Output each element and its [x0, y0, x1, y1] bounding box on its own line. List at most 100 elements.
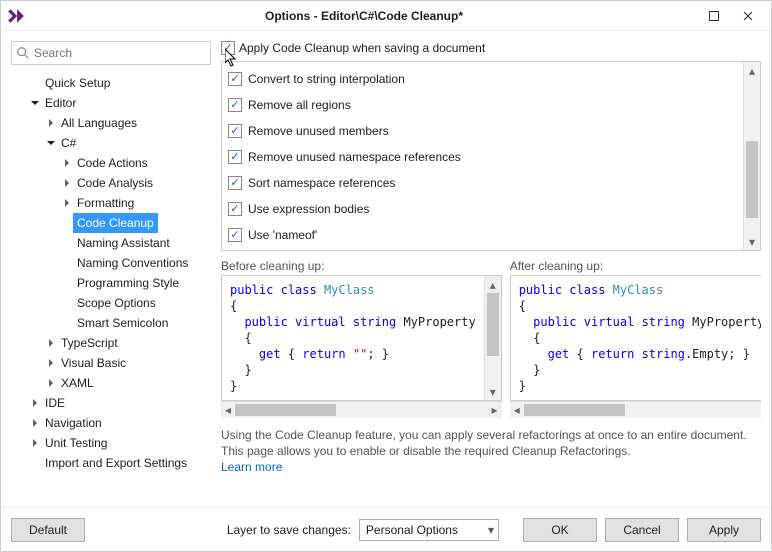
options-tree[interactable]: Quick SetupEditorAll LanguagesC#Code Act…	[11, 65, 211, 507]
tree-visual-basic[interactable]: Visual Basic	[11, 353, 211, 373]
body: Quick SetupEditorAll LanguagesC#Code Act…	[1, 31, 771, 507]
search-box[interactable]	[11, 41, 211, 65]
tree-label: Visual Basic	[57, 353, 130, 373]
expand-arrow-icon[interactable]	[45, 119, 57, 127]
option-label: Convert to string interpolation	[248, 72, 405, 86]
tree-label: Naming Assistant	[73, 233, 174, 253]
option-checkbox[interactable]	[228, 202, 242, 216]
expand-arrow-icon[interactable]	[61, 159, 73, 167]
scroll-down-button[interactable]: ▾	[744, 233, 760, 250]
cleanup-option[interactable]: Remove unused members	[228, 118, 737, 144]
option-label: Remove unused members	[248, 124, 389, 138]
option-checkbox[interactable]	[228, 98, 242, 112]
tree-code-cleanup[interactable]: Code Cleanup	[11, 213, 211, 233]
cleanup-option[interactable]: Use expression bodies	[228, 196, 737, 222]
expand-arrow-icon[interactable]	[45, 359, 57, 367]
expand-arrow-icon[interactable]	[29, 419, 41, 427]
expand-arrow-icon[interactable]	[45, 379, 57, 387]
maximize-button[interactable]	[697, 5, 731, 27]
apply-button[interactable]: Apply	[687, 518, 761, 542]
tree-label: XAML	[57, 373, 98, 393]
tree-xaml[interactable]: XAML	[11, 373, 211, 393]
expand-arrow-icon[interactable]	[61, 179, 73, 187]
after-pane: After cleaning up: public class MyClass …	[510, 259, 761, 419]
search-input[interactable]	[30, 45, 206, 61]
cancel-button[interactable]: Cancel	[605, 518, 679, 542]
scroll-thumb[interactable]	[746, 141, 758, 218]
tree-label: Smart Semicolon	[73, 313, 172, 333]
after-header: After cleaning up:	[510, 259, 761, 273]
tree-label: TypeScript	[57, 333, 122, 353]
after-code: public class MyClass { public virtual st…	[511, 276, 761, 400]
cleanup-options-list: Convert to string interpolation Remove al…	[221, 61, 761, 251]
expand-arrow-icon[interactable]	[45, 139, 57, 147]
cleanup-option[interactable]: Remove unused namespace references	[228, 144, 737, 170]
option-checkbox[interactable]	[228, 72, 242, 86]
tree-naming-assistant[interactable]: Naming Assistant	[11, 233, 211, 253]
tree-import-export[interactable]: Import and Export Settings	[11, 453, 211, 473]
before-pane: Before cleaning up: public class MyClass…	[221, 259, 502, 419]
expand-arrow-icon[interactable]	[61, 199, 73, 207]
tree-csharp[interactable]: C#	[11, 133, 211, 153]
tree-all-languages[interactable]: All Languages	[11, 113, 211, 133]
after-hscroll[interactable]: ◂▸	[510, 401, 761, 418]
tree-scope-options[interactable]: Scope Options	[11, 293, 211, 313]
sidebar: Quick SetupEditorAll LanguagesC#Code Act…	[11, 41, 211, 507]
expand-arrow-icon[interactable]	[45, 339, 57, 347]
before-vscroll[interactable]: ▴ ▾	[484, 276, 501, 400]
tree-unit-testing[interactable]: Unit Testing	[11, 433, 211, 453]
apply-on-save-row[interactable]: Apply Code Cleanup when saving a documen…	[221, 41, 761, 61]
before-header: Before cleaning up:	[221, 259, 502, 273]
tree-label: Quick Setup	[41, 73, 114, 93]
tree-quick-setup[interactable]: Quick Setup	[11, 73, 211, 93]
tree-navigation[interactable]: Navigation	[11, 413, 211, 433]
cleanup-option[interactable]: Sort namespace references	[228, 170, 737, 196]
desc-line2: This page allows you to enable or disabl…	[221, 444, 631, 458]
code-preview-panes: Before cleaning up: public class MyClass…	[221, 259, 761, 419]
tree-label: Scope Options	[73, 293, 160, 313]
tree-label: Formatting	[73, 193, 138, 213]
tree-label: Naming Conventions	[73, 253, 192, 273]
cleanup-option[interactable]: Use 'nameof'	[228, 222, 737, 248]
expand-arrow-icon[interactable]	[29, 439, 41, 447]
tree-label: Code Actions	[73, 153, 152, 173]
cleanup-option[interactable]: Convert to string interpolation	[228, 66, 737, 92]
before-code: public class MyClass { public virtual st…	[222, 276, 484, 400]
layer-combo[interactable]: Personal Options ▾	[359, 519, 499, 541]
option-checkbox[interactable]	[228, 150, 242, 164]
expand-arrow-icon[interactable]	[29, 99, 41, 107]
option-checkbox[interactable]	[228, 176, 242, 190]
learn-more-link[interactable]: Learn more	[221, 460, 282, 474]
tree-formatting[interactable]: Formatting	[11, 193, 211, 213]
option-checkbox[interactable]	[228, 124, 242, 138]
tree-smart-semicolon[interactable]: Smart Semicolon	[11, 313, 211, 333]
before-hscroll[interactable]: ◂▸	[221, 401, 502, 418]
scroll-track[interactable]	[744, 79, 760, 233]
ok-button[interactable]: OK	[523, 518, 597, 542]
expand-arrow-icon[interactable]	[29, 399, 41, 407]
option-label: Use 'nameof'	[248, 228, 317, 242]
tree-label: All Languages	[57, 113, 141, 133]
cleanup-option[interactable]: Remove all regions	[228, 92, 737, 118]
window-title: Options - Editor\C#\Code Cleanup*	[31, 9, 697, 23]
default-button[interactable]: Default	[11, 518, 85, 542]
apply-on-save-checkbox[interactable]	[221, 41, 235, 55]
tree-label: Code Cleanup	[73, 213, 158, 233]
chevron-down-icon: ▾	[488, 523, 494, 537]
tree-editor[interactable]: Editor	[11, 93, 211, 113]
cleanup-options-scroll[interactable]: Convert to string interpolation Remove al…	[222, 62, 743, 250]
tree-naming-conventions[interactable]: Naming Conventions	[11, 253, 211, 273]
app-logo-icon	[7, 7, 25, 25]
option-checkbox[interactable]	[228, 228, 242, 242]
tree-programming-style[interactable]: Programming Style	[11, 273, 211, 293]
scroll-up-button[interactable]: ▴	[744, 62, 760, 79]
tree-code-analysis[interactable]: Code Analysis	[11, 173, 211, 193]
tree-code-actions[interactable]: Code Actions	[11, 153, 211, 173]
tree-label: Editor	[41, 93, 80, 113]
tree-typescript[interactable]: TypeScript	[11, 333, 211, 353]
vertical-scrollbar[interactable]: ▴ ▾	[743, 62, 760, 250]
close-button[interactable]	[731, 5, 765, 27]
option-label: Remove all regions	[248, 98, 351, 112]
tree-ide[interactable]: IDE	[11, 393, 211, 413]
tree-label: Programming Style	[73, 273, 183, 293]
